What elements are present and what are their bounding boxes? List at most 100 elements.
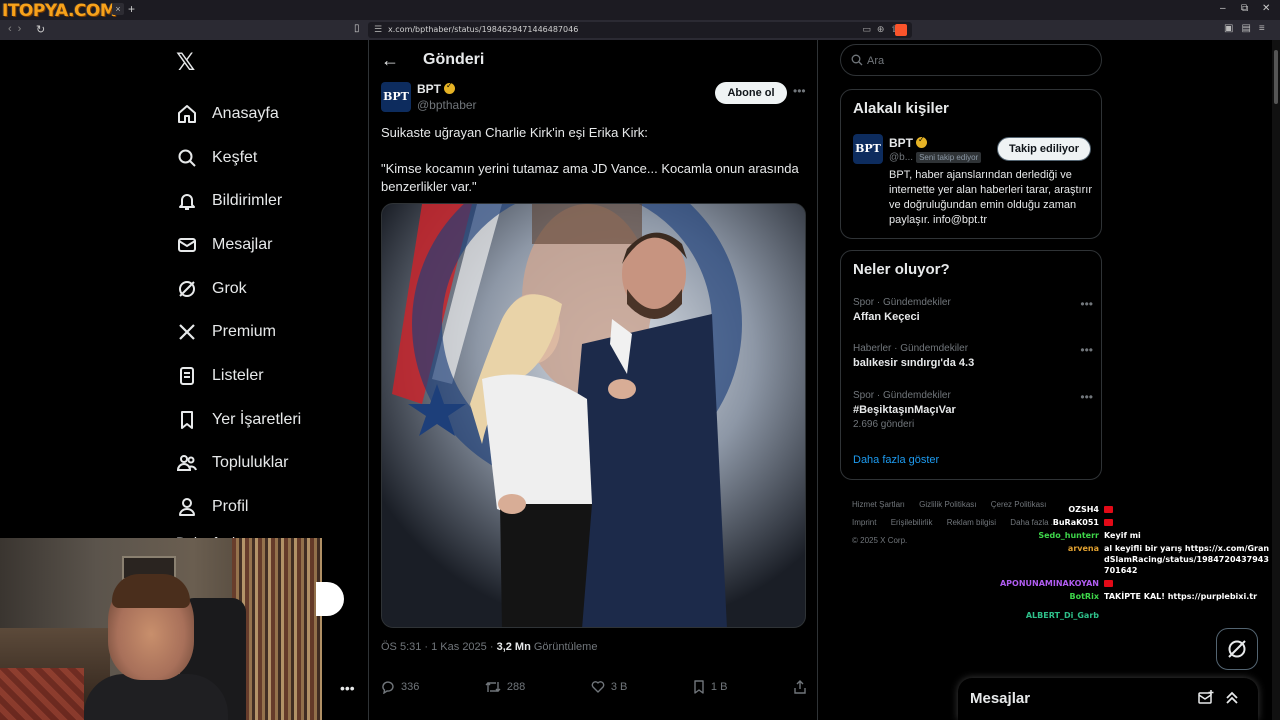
- trends-title: Neler oluyor?: [853, 261, 950, 278]
- author-name-row[interactable]: BPT: [417, 81, 455, 96]
- messages-drawer[interactable]: Mesajlar: [958, 678, 1258, 720]
- sidebar-item-notifications[interactable]: Bildirimler: [176, 179, 301, 223]
- heart-icon: [591, 681, 605, 693]
- trend-more-icon[interactable]: •••: [1080, 297, 1093, 311]
- post-actions: 336 288 3 B 1 B: [381, 678, 807, 696]
- related-name[interactable]: BPT: [889, 136, 913, 150]
- trend-item[interactable]: Haberler · Gündemdekiler balıkesir sındı…: [853, 343, 1093, 369]
- sidebar-item-grok[interactable]: Grok: [176, 267, 301, 311]
- sidebar-item-premium[interactable]: Premium: [176, 310, 301, 354]
- x-icon: [176, 321, 198, 343]
- sidebar-item-label: Anasayfa: [212, 104, 279, 122]
- search-input[interactable]: Ara: [867, 55, 884, 67]
- chat-username: ALBERT_Di_Garb: [1025, 611, 1099, 620]
- show-more-link[interactable]: Daha fazla göster: [853, 454, 939, 466]
- reload-icon[interactable]: ↻: [36, 23, 45, 36]
- stream-chat-overlay: OZSH4 BuRaK051 Sedo_hunterr Keyif mi arv…: [980, 504, 1280, 623]
- new-message-icon[interactable]: [1198, 690, 1214, 706]
- trend-more-icon[interactable]: •••: [1080, 343, 1093, 357]
- like-button[interactable]: 3 B: [591, 678, 627, 696]
- url-text[interactable]: x.com/bpthaber/status/198462947144648704…: [388, 25, 578, 34]
- related-avatar[interactable]: BPT: [853, 134, 883, 164]
- trends-card: Neler oluyor? Spor · Gündemdekiler Affan…: [840, 250, 1102, 480]
- profile-icon: [176, 496, 198, 518]
- sidebar-item-bookmarks[interactable]: Yer İşaretleri: [176, 398, 301, 442]
- chat-message: BotRix TAKİPTE KAL! https://purplebixi.t…: [980, 591, 1280, 602]
- author-avatar[interactable]: BPT: [381, 82, 411, 112]
- author-name[interactable]: BPT: [417, 82, 441, 96]
- site-info-icon[interactable]: ☰: [374, 24, 382, 35]
- chat-message: Sedo_hunterr Keyif mi: [980, 530, 1280, 541]
- post-button-partial[interactable]: [316, 582, 344, 616]
- chat-message: arvena al keyifli bir yarış https://x.co…: [980, 543, 1280, 576]
- post-text: Suikaste uğrayan Charlie Kirk'in eşi Eri…: [381, 124, 811, 214]
- search-box[interactable]: Ara: [840, 44, 1102, 76]
- chat-username: APONUNAMINAKOYAN: [999, 579, 1099, 588]
- subscribe-button[interactable]: Abone ol: [715, 82, 787, 104]
- chat-username: BuRaK051: [1052, 518, 1099, 527]
- trend-item[interactable]: Spor · Gündemdekiler #BeşiktaşınMaçıVar …: [853, 390, 1093, 430]
- sidebar-item-lists[interactable]: Listeler: [176, 354, 301, 398]
- reply-button[interactable]: 336: [381, 678, 419, 696]
- chat-message: APONUNAMINAKOYAN: [980, 578, 1280, 589]
- close-window-button[interactable]: ✕: [1262, 3, 1270, 14]
- back-arrow-icon[interactable]: ←: [381, 50, 399, 71]
- page-scrollbar[interactable]: [1272, 40, 1280, 720]
- footer-link[interactable]: Imprint: [852, 518, 876, 527]
- chat-text: Keyif mi: [1104, 531, 1141, 540]
- search-icon: [176, 147, 198, 169]
- turkey-flag-icon: [1104, 506, 1113, 513]
- related-handle[interactable]: @b...: [889, 152, 913, 163]
- footer-link[interactable]: Gizlilik Politikası: [919, 500, 976, 509]
- x-logo-icon[interactable]: 𝕏: [176, 48, 195, 77]
- chat-text: al keyifli bir yarış https://x.com/Grand…: [1104, 544, 1270, 575]
- chat-username: BotRix: [1069, 592, 1099, 601]
- footer-link[interactable]: Erişilebilirlik: [891, 518, 933, 527]
- post-image[interactable]: [381, 203, 806, 628]
- sidebar-item-messages[interactable]: Mesajlar: [176, 223, 301, 267]
- trend-item[interactable]: Spor · Gündemdekiler Affan Keçeci •••: [853, 297, 1093, 323]
- footer-link[interactable]: Hizmet Şartları: [852, 500, 905, 509]
- share-button[interactable]: [793, 678, 807, 696]
- sidebar-item-label: Grok: [212, 279, 247, 297]
- expand-chevron-icon[interactable]: [1224, 690, 1240, 706]
- maximize-button[interactable]: ⧉: [1241, 3, 1248, 14]
- minimize-button[interactable]: –: [1220, 3, 1226, 14]
- back-forward-icons[interactable]: ‹›: [8, 23, 27, 35]
- follows-you-badge: Seni takip ediyor: [916, 152, 982, 163]
- related-name-row[interactable]: BPT: [889, 135, 927, 150]
- bell-icon: [176, 190, 198, 212]
- chat-text: [1104, 610, 1272, 621]
- related-handle-row: @b... Seni takip ediyor: [889, 152, 982, 163]
- list-icon: [176, 365, 198, 387]
- bookmark-icon: [176, 409, 198, 431]
- new-tab-button[interactable]: +: [128, 2, 135, 16]
- sidebar-item-communities[interactable]: Topluluklar: [176, 442, 301, 486]
- sidebar-item-explore[interactable]: Keşfet: [176, 136, 301, 180]
- bookmark-page-icon[interactable]: ▯: [354, 23, 360, 34]
- sidebar-item-profile[interactable]: Profil: [176, 485, 301, 529]
- sidebar-item-label: Mesajlar: [212, 235, 273, 253]
- address-bar[interactable]: ☰ x.com/bpthaber/status/1984629471446487…: [368, 22, 912, 38]
- bookmark-button[interactable]: 1 B: [693, 678, 727, 696]
- bookmark-icon: [694, 680, 704, 694]
- post-timestamp[interactable]: ÖS 5:31 · 1 Kas 2025 ·: [381, 641, 497, 653]
- post-more-icon[interactable]: •••: [793, 84, 806, 98]
- post-meta: ÖS 5:31 · 1 Kas 2025 · 3,2 Mn Görüntülem…: [381, 641, 597, 653]
- author-handle[interactable]: @bpthaber: [417, 98, 477, 112]
- sidebar-item-home[interactable]: Anasayfa: [176, 92, 301, 136]
- scrollbar-thumb[interactable]: [1274, 50, 1278, 104]
- repost-button[interactable]: 288: [485, 678, 525, 696]
- tab-close-button[interactable]: ×: [112, 3, 124, 15]
- page-title: Gönderi: [423, 51, 485, 68]
- verified-badge-icon: [916, 135, 927, 148]
- grok-icon: [176, 278, 198, 300]
- trend-more-icon[interactable]: •••: [1080, 390, 1093, 404]
- grok-floating-button[interactable]: [1216, 628, 1258, 670]
- extension-icons[interactable]: ▣▤≡: [1224, 23, 1273, 34]
- following-button[interactable]: Takip ediliyor: [997, 137, 1091, 161]
- account-menu-dots-icon[interactable]: •••: [340, 680, 355, 696]
- chat-username: arvena: [1067, 544, 1099, 553]
- webcam-blanket: [0, 668, 84, 720]
- brave-shield-icon[interactable]: [895, 24, 907, 36]
